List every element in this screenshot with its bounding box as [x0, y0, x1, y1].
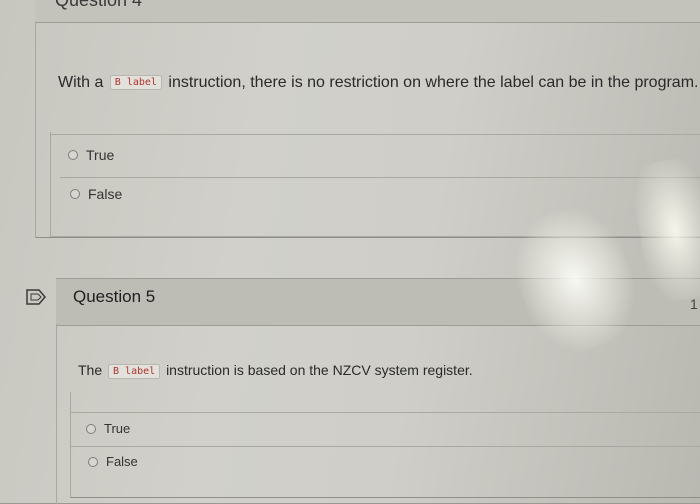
radio-icon[interactable] [70, 189, 80, 199]
option-label: False [88, 186, 123, 202]
option-label: False [106, 454, 138, 469]
question-4-divider-bottom [50, 236, 700, 237]
question-5-text: The B label instruction is based on the … [78, 362, 473, 379]
question-4-option-true[interactable]: True [68, 147, 114, 163]
question-4-text: With a B label instruction, there is no … [58, 74, 698, 92]
radio-icon[interactable] [86, 423, 96, 434]
question-5-option-false[interactable]: False [88, 454, 138, 469]
question-5-divider-top [70, 412, 700, 413]
question-5-text-before: The [78, 362, 103, 378]
edge-text: 1 [690, 296, 698, 312]
screen: Question 4 With a B label instruction, t… [0, 0, 700, 504]
flag-icon[interactable] [25, 288, 47, 306]
question-5-title: Question 5 [73, 287, 156, 306]
question-5-code: B label [108, 363, 161, 379]
question-4-code: B label [109, 75, 162, 91]
option-label: True [86, 147, 115, 163]
question-4-title: Question 4 [55, 0, 143, 10]
question-4-text-after: instruction, there is no restriction on … [168, 74, 699, 91]
radio-icon[interactable] [68, 150, 78, 160]
question-5-divider-mid [70, 446, 700, 447]
question-5-text-after: instruction is based on the NZCV system … [166, 362, 473, 378]
question-4-text-before: With a [58, 74, 104, 91]
question-5-options-box [70, 392, 700, 498]
option-label: True [104, 421, 131, 436]
radio-icon[interactable] [88, 456, 98, 467]
question-4-divider-top [50, 134, 700, 135]
question-4-divider-mid [60, 177, 700, 178]
question-4-box [35, 22, 700, 238]
question-4-options-border [50, 132, 51, 237]
question-5-option-true[interactable]: True [86, 421, 130, 436]
question-4-option-false[interactable]: False [70, 186, 122, 202]
